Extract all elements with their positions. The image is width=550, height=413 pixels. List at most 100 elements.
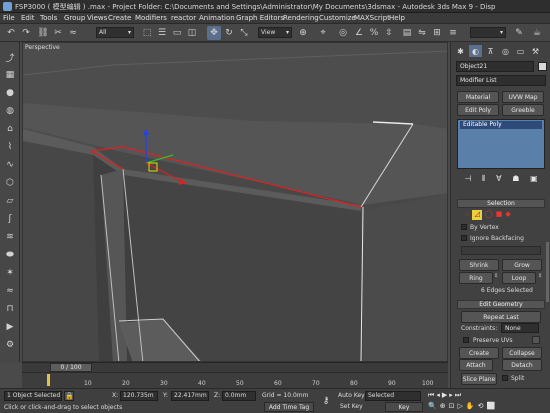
named-selection-sets-dropdown[interactable] [470, 27, 506, 38]
border-icon[interactable]: ◯ [485, 210, 493, 220]
select-rotate-icon[interactable]: ↻ [222, 26, 236, 40]
detach-button[interactable]: Detach [502, 359, 542, 371]
ring-button[interactable]: Ring [459, 272, 493, 284]
remove-modifier-icon[interactable]: ☗ [512, 174, 519, 186]
menu-views[interactable]: Views [87, 14, 107, 22]
key-icon[interactable]: ⚷ [318, 391, 334, 411]
edit-poly-button[interactable]: Edit Poly [457, 104, 499, 116]
percent-snap-icon[interactable]: % [367, 26, 381, 40]
layer-manager-icon[interactable]: ≡ [446, 26, 460, 40]
plane-icon[interactable]: ▱ [3, 194, 17, 208]
select-link-icon[interactable]: ⛓ [36, 26, 50, 40]
analyze-icon[interactable]: ⚙ [3, 338, 17, 352]
add-time-tag-button[interactable]: Add Time Tag [264, 402, 314, 412]
preview-icon[interactable]: ▶ [3, 320, 17, 334]
constraint-icon[interactable]: ⊓ [3, 302, 17, 316]
select-by-name-icon[interactable]: ☰ [155, 26, 169, 40]
reference-coord-dropdown[interactable]: View [258, 27, 292, 38]
modifier-list-dropdown[interactable]: Modifier List [456, 75, 546, 86]
slice-plane-button[interactable]: Slice Plane [461, 373, 497, 385]
auto-key-button[interactable]: Auto Key [338, 392, 365, 399]
window-crossing-icon[interactable]: ◫ [185, 26, 199, 40]
grow-button[interactable]: Grow [502, 259, 542, 271]
menu-rendering[interactable]: Rendering [283, 14, 319, 22]
auto-key-selection-dropdown[interactable]: Selected [365, 391, 421, 401]
panel-scrollbar[interactable] [546, 242, 549, 302]
go-to-start-icon[interactable]: ⏮ [428, 391, 434, 401]
render-setup-icon[interactable]: ✎ [512, 26, 526, 40]
repeat-last-button[interactable]: Repeat Last [461, 311, 541, 323]
toy-car-icon[interactable]: ⬬ [3, 248, 17, 262]
constraints-dropdown[interactable]: None [501, 323, 539, 333]
spring-icon[interactable]: ʃ [3, 212, 17, 226]
menu-maxscript[interactable]: MAXScript [354, 14, 390, 22]
lock-selection-icon[interactable]: 🔒 [64, 391, 74, 401]
maximize-viewport-icon[interactable]: ⬜ [486, 402, 495, 412]
ignore-backfacing-checkbox[interactable] [461, 235, 467, 241]
curve-editor-icon[interactable]: ⤴ [3, 50, 17, 64]
modifier-stack[interactable]: Editable Poly [457, 119, 545, 169]
perspective-viewport[interactable]: Perspective [22, 42, 448, 362]
schematic-view-icon[interactable]: ▦ [3, 68, 17, 82]
material-button[interactable]: Material [457, 91, 499, 103]
deforming-mesh-icon[interactable]: ⬡ [3, 176, 17, 190]
previous-frame-icon[interactable]: ◂ [436, 391, 440, 401]
selection-rollout-header[interactable]: Selection [457, 199, 545, 208]
time-slider[interactable]: 0 / 100 [22, 362, 448, 372]
object-color-swatch[interactable] [538, 62, 547, 71]
angle-snap-icon[interactable]: ∠ [352, 26, 366, 40]
quick-render-icon[interactable]: ☕ [530, 26, 544, 40]
spinner-snap-icon[interactable]: ⇳ [382, 26, 396, 40]
menu-edit[interactable]: Edit [21, 14, 35, 22]
loop-spinner[interactable]: ⇳ [538, 273, 543, 283]
zoom-icon[interactable]: 🔍 [428, 402, 437, 412]
utilities-tab-icon[interactable]: ⚒ [529, 45, 542, 57]
rope-icon[interactable]: ∿ [3, 158, 17, 172]
uvw-map-button[interactable]: UVW Map [502, 91, 544, 103]
menu-file[interactable]: File [3, 14, 15, 22]
menu-group[interactable]: Group [64, 14, 85, 22]
pivot-center-icon[interactable]: ⊕ [296, 26, 310, 40]
collapse-button[interactable]: Collapse [502, 347, 542, 359]
display-tab-icon[interactable]: ▭ [514, 45, 527, 57]
play-icon[interactable]: ▶ [442, 391, 447, 401]
bind-space-warp-icon[interactable]: ≈ [66, 26, 80, 40]
z-coordinate-field[interactable]: 0.0mm [222, 391, 256, 401]
menu-help[interactable]: Help [389, 14, 405, 22]
time-slider-thumb[interactable]: 0 / 100 [50, 363, 92, 372]
loop-button[interactable]: Loop [502, 272, 536, 284]
create-tab-icon[interactable]: ✱ [454, 45, 467, 57]
selection-region-icon[interactable]: ▭ [170, 26, 184, 40]
water-icon[interactable]: ≈ [3, 284, 17, 298]
greeble-button[interactable]: Greeble [502, 104, 544, 116]
pin-stack-icon[interactable]: ⊣ [464, 174, 471, 186]
track-bar[interactable]: 10 20 30 40 50 60 70 80 90 100 [22, 372, 448, 388]
select-scale-icon[interactable]: ⤡ [237, 26, 251, 40]
vertex-icon[interactable]: ∴ [465, 210, 469, 220]
fracture-icon[interactable]: ✶ [3, 266, 17, 280]
y-coordinate-field[interactable]: 22.417mm [171, 391, 209, 401]
select-move-icon[interactable]: ✥ [207, 26, 221, 40]
element-icon[interactable]: ◆ [505, 210, 510, 220]
viewport-label[interactable]: Perspective [25, 44, 60, 51]
zoom-extents-icon[interactable]: ⊡ [449, 402, 455, 412]
pan-icon[interactable]: ✋ [466, 402, 475, 412]
configure-modifier-sets-icon[interactable]: ▣ [530, 174, 538, 186]
unlink-icon[interactable]: ✂ [51, 26, 65, 40]
split-checkbox[interactable] [502, 375, 508, 381]
menu-create[interactable]: Create [108, 14, 131, 22]
angle-threshold-field[interactable] [461, 246, 541, 255]
modify-tab-icon[interactable]: ◐ [469, 45, 482, 57]
align-icon[interactable]: ⊞ [430, 26, 444, 40]
named-selection-icon[interactable]: ▤ [400, 26, 414, 40]
go-to-end-icon[interactable]: ⏭ [455, 391, 461, 401]
wind-icon[interactable]: ≋ [3, 230, 17, 244]
mirror-icon[interactable]: ⇋ [415, 26, 429, 40]
key-filters-button[interactable]: Key Filters... [385, 402, 423, 412]
snaps-toggle-icon[interactable]: ◎ [336, 26, 350, 40]
ring-spinner[interactable]: ⇳ [494, 273, 499, 283]
selection-filter-dropdown[interactable]: All [96, 27, 134, 38]
attach-button[interactable]: Attach [459, 359, 493, 371]
menu-modifiers[interactable]: Modifiers [135, 14, 167, 22]
orbit-icon[interactable]: ⟲ [478, 402, 484, 412]
